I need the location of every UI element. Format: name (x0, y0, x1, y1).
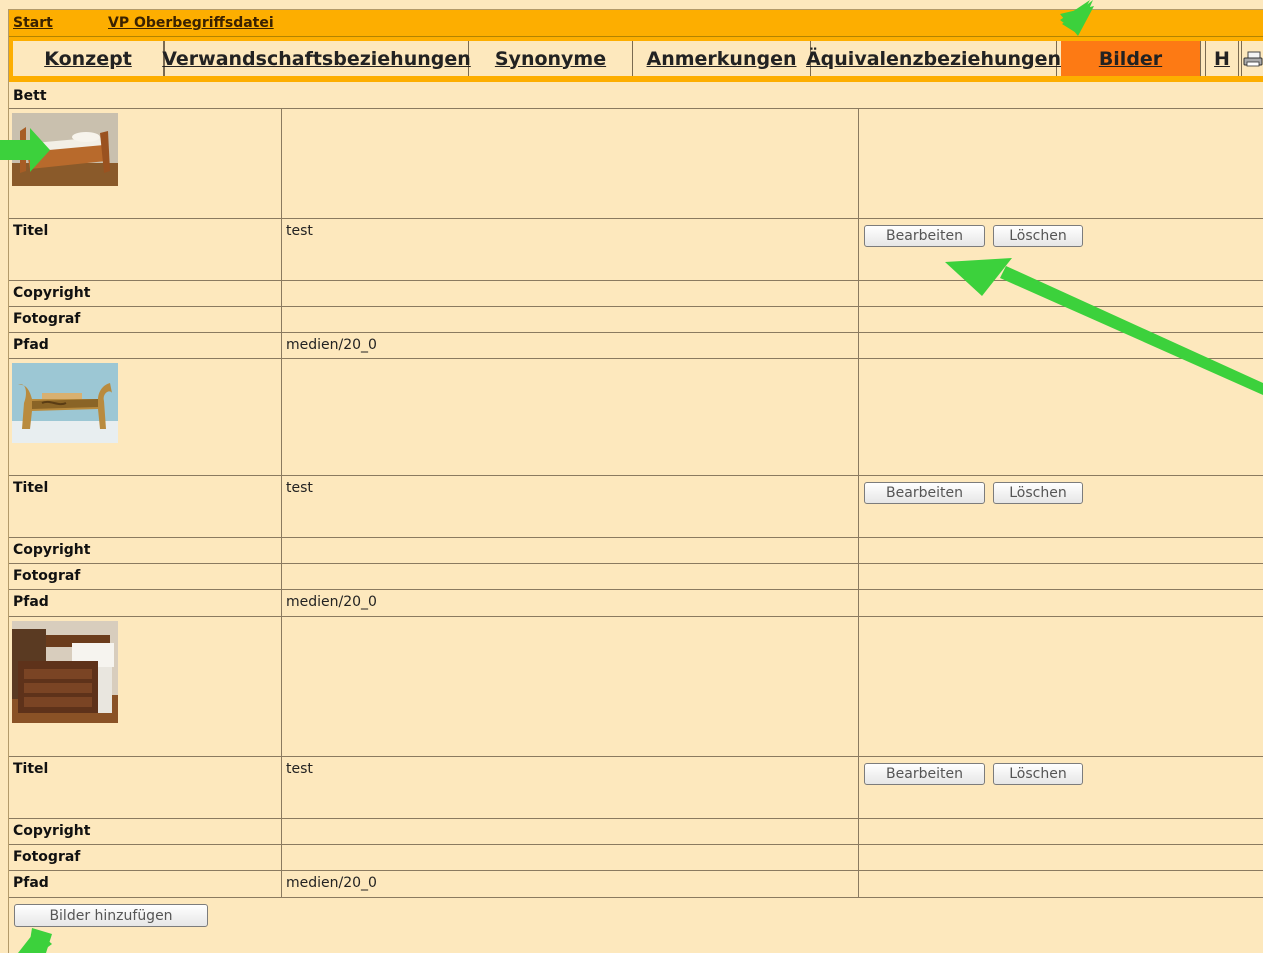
actions-cell: Bearbeiten Löschen (859, 757, 1263, 819)
path-value: medien/20_0 (282, 333, 859, 359)
tab-h[interactable]: H (1205, 41, 1239, 76)
image-spacer-cell (859, 617, 1263, 757)
tab-bar: Konzept Verwandschaftsbeziehungen Synony… (9, 37, 1263, 82)
empty-cell (859, 845, 1263, 871)
breadcrumb-parent-link[interactable]: VP Oberbegriffsdatei (108, 15, 274, 31)
delete-button[interactable]: Löschen (993, 225, 1083, 247)
path-value: medien/20_0 (282, 871, 859, 898)
copyright-value (282, 538, 859, 564)
image-spacer-cell (859, 109, 1263, 219)
title-value: test (282, 219, 859, 281)
photographer-label: Fotograf (9, 307, 282, 333)
bed-image-3 (12, 621, 118, 723)
bed-thumbnail[interactable] (12, 621, 118, 723)
breadcrumb: Start VP Oberbegriffsdatei (9, 10, 1263, 37)
image-spacer-cell (282, 617, 859, 757)
edit-button[interactable]: Bearbeiten (864, 482, 985, 504)
path-label: Pfad (9, 590, 282, 617)
tab-konzept[interactable]: Konzept (13, 41, 164, 76)
tab-synonyme[interactable]: Synonyme (469, 41, 633, 76)
edit-button[interactable]: Bearbeiten (864, 225, 985, 247)
copyright-value (282, 281, 859, 307)
title-label: Titel (9, 476, 282, 538)
photographer-value (282, 307, 859, 333)
image-cell (9, 109, 282, 219)
empty-cell (859, 564, 1263, 590)
bed-image-1 (12, 113, 118, 186)
tab-row: Konzept Verwandschaftsbeziehungen Synony… (13, 41, 1263, 76)
empty-cell (859, 307, 1263, 333)
page: Start VP Oberbegriffsdatei Konzept Verwa… (8, 9, 1263, 953)
title-label: Titel (9, 219, 282, 281)
image-spacer-cell (282, 109, 859, 219)
empty-cell (859, 333, 1263, 359)
empty-cell (859, 538, 1263, 564)
title-label: Titel (9, 757, 282, 819)
photographer-value (282, 564, 859, 590)
tab-print[interactable] (1241, 41, 1263, 76)
empty-cell (859, 590, 1263, 617)
path-value: medien/20_0 (282, 590, 859, 617)
copyright-label: Copyright (9, 281, 282, 307)
copyright-value (282, 819, 859, 845)
title-value: test (282, 476, 859, 538)
tab-anmerkungen[interactable]: Anmerkungen (633, 41, 811, 76)
empty-cell (859, 871, 1263, 898)
image-cell (9, 359, 282, 476)
breadcrumb-start-link[interactable]: Start (13, 15, 53, 31)
tab-bilder[interactable]: Bilder (1061, 41, 1201, 76)
concept-title: Bett (13, 88, 47, 104)
delete-button[interactable]: Löschen (993, 763, 1083, 785)
actions-cell: Bearbeiten Löschen (859, 219, 1263, 281)
actions-cell: Bearbeiten Löschen (859, 476, 1263, 538)
bed-image-2 (12, 363, 118, 443)
photographer-label: Fotograf (9, 564, 282, 590)
copyright-label: Copyright (9, 819, 282, 845)
photographer-value (282, 845, 859, 871)
edit-button[interactable]: Bearbeiten (864, 763, 985, 785)
empty-cell (859, 281, 1263, 307)
copyright-label: Copyright (9, 538, 282, 564)
bed-thumbnail[interactable] (12, 113, 118, 186)
add-images-button[interactable]: Bilder hinzufügen (14, 904, 208, 927)
image-spacer-cell (282, 359, 859, 476)
photographer-label: Fotograf (9, 845, 282, 871)
bed-thumbnail[interactable] (12, 363, 118, 443)
title-value: test (282, 757, 859, 819)
tab-verwandschaftsbeziehungen[interactable]: Verwandschaftsbeziehungen (162, 41, 471, 76)
path-label: Pfad (9, 871, 282, 898)
image-spacer-cell (859, 359, 1263, 476)
path-label: Pfad (9, 333, 282, 359)
printer-icon (1243, 51, 1263, 66)
empty-cell (859, 819, 1263, 845)
tab-aequivalenzbeziehungen[interactable]: Äquivalenzbeziehungen (806, 41, 1061, 76)
image-cell (9, 617, 282, 757)
delete-button[interactable]: Löschen (993, 482, 1083, 504)
